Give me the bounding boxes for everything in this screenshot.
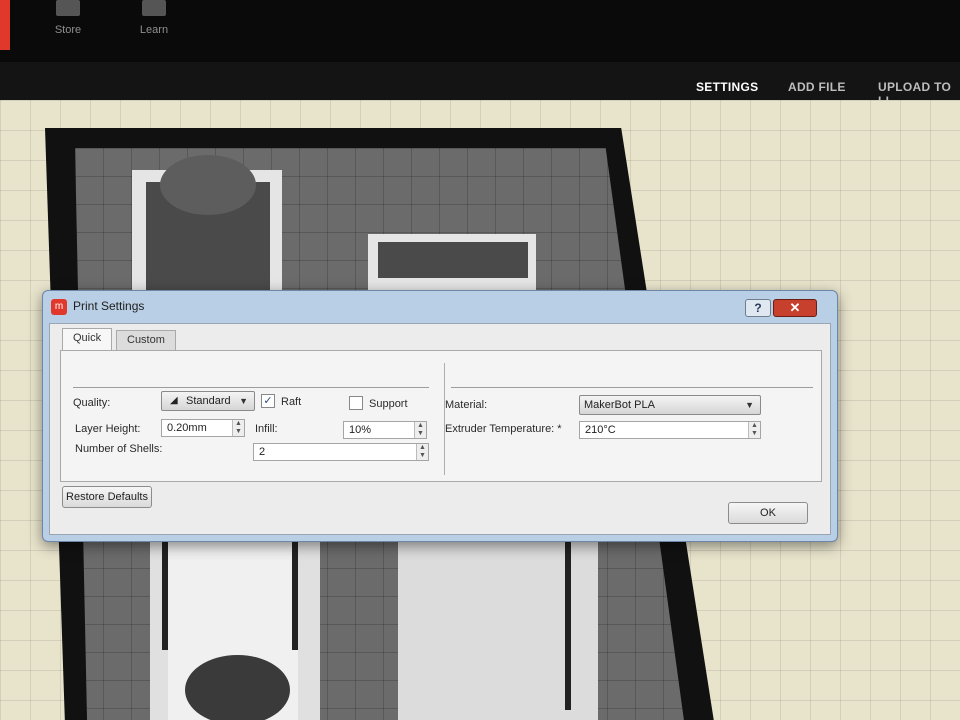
infill-stepper[interactable]: ▲ ▼ [414,422,426,438]
ok-button[interactable]: OK [728,502,808,524]
print-settings-dialog: m Print Settings ? ✕ Quick Custom Qualit… [42,290,838,542]
infill-label: Infill: [255,423,278,435]
infill-value: 10% [349,424,372,436]
column-separator [444,363,445,475]
learn-icon [142,0,166,16]
shells-label: Number of Shells: [75,443,163,455]
nav-store-label: Store [54,24,82,36]
dialog-body: Quick Custom Quality: ◢ Standard ▼ ✓ Raf… [49,323,831,535]
extruder-temp-input[interactable]: 210°C ▲ ▼ [579,421,761,439]
app-icon: m [51,299,67,315]
shells-input[interactable]: 2 ▲ ▼ [253,443,429,461]
layer-height-input[interactable]: 0.20mm ▲ ▼ [161,419,245,437]
help-button[interactable]: ? [745,299,771,317]
left-divider [73,387,429,388]
tab-custom[interactable]: Custom [116,330,176,350]
chevron-down-icon: ▼ [745,400,754,410]
nav-store[interactable]: Store [38,0,98,36]
nav-learn-label: Learn [139,24,169,36]
model-part-c-notch [185,655,290,720]
settings-link[interactable]: SETTINGS [696,80,758,94]
close-button[interactable]: ✕ [773,299,817,317]
extruder-temp-value: 210°C [585,424,616,436]
quality-icon: ◢ [170,395,178,406]
model-part-b-top [378,242,528,278]
dialog-title: Print Settings [73,299,145,313]
model-part-c-slot-right [292,530,298,650]
extruder-temp-stepper[interactable]: ▲ ▼ [748,422,760,438]
support-label: Support [369,398,408,410]
material-dropdown[interactable]: MakerBot PLA ▼ [579,395,761,415]
dialog-titlebar[interactable]: m Print Settings ? ✕ [43,291,837,321]
brand-logo[interactable] [0,0,10,50]
layer-height-stepper[interactable]: ▲ ▼ [232,420,244,436]
model-part-c-slot-left [162,530,168,650]
support-checkbox[interactable] [349,396,363,410]
restore-defaults-button[interactable]: Restore Defaults [62,486,152,508]
material-label: Material: [445,399,488,411]
model-part-a-notch [160,155,256,215]
raft-label: Raft [281,396,302,408]
add-file-link[interactable]: ADD FILE [788,80,846,94]
right-divider [451,387,813,388]
chevron-down-icon: ▼ [239,396,248,406]
layer-height-label: Layer Height: [75,423,141,435]
top-nav-bar: Store Learn [0,0,960,62]
quick-settings-panel: Quality: ◢ Standard ▼ ✓ Raft Support Lay… [60,350,822,482]
quality-value: Standard [186,395,231,407]
infill-input[interactable]: 10% ▲ ▼ [343,421,427,439]
nav-learn[interactable]: Learn [124,0,184,36]
model-part-d-slot [565,540,571,710]
material-value: MakerBot PLA [584,399,655,411]
tab-quick[interactable]: Quick [62,328,113,350]
extruder-temp-label: Extruder Temperature: * [445,423,562,435]
quality-dropdown[interactable]: ◢ Standard ▼ [161,391,255,411]
quality-label: Quality: [73,397,111,409]
raft-checkbox[interactable]: ✓ [261,394,275,408]
store-icon [56,0,80,16]
shells-value: 2 [259,446,266,458]
layer-height-value: 0.20mm [167,422,207,434]
shells-stepper[interactable]: ▲ ▼ [416,444,428,460]
